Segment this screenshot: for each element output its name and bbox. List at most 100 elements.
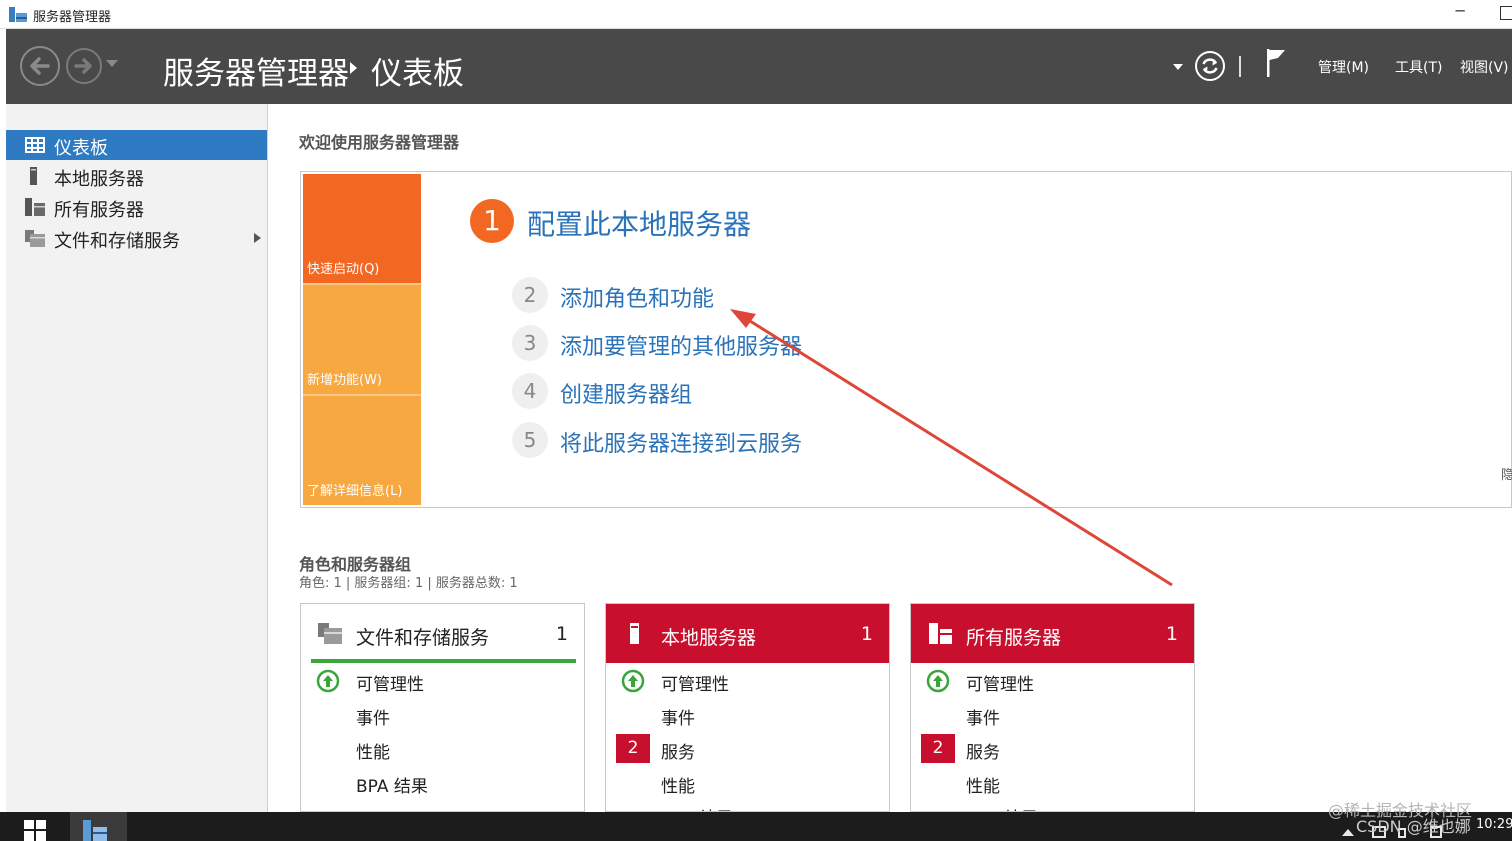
menu-manage[interactable]: 管理(M) — [1318, 57, 1369, 77]
tile-whats-new[interactable]: 新增功能(W) — [303, 285, 421, 394]
status-ok-icon — [621, 669, 645, 693]
window-title-bar: 服务器管理器 ─ — [0, 0, 1512, 29]
alert-count-badge: 2 — [921, 734, 955, 763]
connect-cloud-services-link[interactable]: 将此服务器连接到云服务 — [560, 426, 802, 458]
card-row-performance[interactable]: 性能 — [301, 733, 584, 765]
role-card-local-server[interactable]: 本地服务器 1 可管理性 事件 2 服务 性能 BPA 结果 — [605, 603, 890, 812]
tray-expand-icon[interactable] — [1342, 829, 1354, 836]
sidebar-item-dashboard[interactable]: 仪表板 — [6, 130, 267, 160]
tile-label: 快速启动(Q) — [307, 262, 380, 277]
history-dropdown-icon[interactable] — [106, 60, 118, 67]
status-ok-icon — [926, 669, 950, 693]
row-label: 事件 — [661, 709, 695, 729]
header-dropdown-icon[interactable] — [1173, 64, 1183, 70]
status-ok-bar — [311, 659, 576, 663]
arrow-left-icon — [30, 57, 50, 75]
minimize-button[interactable]: ─ — [1450, 2, 1470, 24]
breadcrumb-root[interactable]: 服务器管理器 — [163, 48, 349, 93]
watermark-csdn: CSDN @维也娜 — [1356, 817, 1471, 836]
row-label: 事件 — [966, 709, 1000, 729]
row-label: 可管理性 — [356, 675, 424, 695]
add-other-servers-link[interactable]: 添加要管理的其他服务器 — [560, 329, 802, 361]
welcome-title: 欢迎使用服务器管理器 — [299, 133, 460, 152]
card-row-services[interactable]: 2 服务 — [911, 733, 1194, 765]
sidebar-item-label: 仪表板 — [54, 138, 108, 159]
windows-start-icon[interactable] — [24, 820, 46, 841]
row-label: BPA 结果 — [966, 804, 1038, 811]
card-row-services[interactable]: 2 服务 — [606, 733, 889, 765]
configure-local-server-link[interactable]: 配置此本地服务器 — [527, 203, 751, 243]
file-storage-icon — [25, 230, 45, 247]
step-number-badge: 4 — [512, 373, 548, 409]
create-server-group-link[interactable]: 创建服务器组 — [560, 377, 692, 409]
card-count: 1 — [1165, 623, 1178, 645]
card-header[interactable]: 所有服务器 1 — [911, 604, 1194, 663]
welcome-panel: 快速启动(Q) 新增功能(W) 了解详细信息(L) 1 配置此本地服务器 2 添… — [300, 171, 1512, 508]
server-icon — [30, 167, 37, 185]
server-icon — [630, 623, 639, 644]
notifications-flag-icon[interactable] — [1264, 47, 1288, 79]
card-row-manageability[interactable]: 可管理性 — [606, 665, 889, 697]
sidebar-item-file-storage[interactable]: 文件和存储服务 — [6, 223, 267, 253]
back-button[interactable] — [20, 46, 60, 86]
menu-tools[interactable]: 工具(T) — [1395, 57, 1442, 77]
roles-summary: 角色: 1 | 服务器组: 1 | 服务器总数: 1 — [299, 576, 518, 591]
sidebar-item-all-servers[interactable]: 所有服务器 — [6, 192, 267, 222]
window-title: 服务器管理器 — [33, 10, 112, 25]
card-title: 文件和存储服务 — [356, 627, 490, 649]
tile-quick-start[interactable]: 快速启动(Q) — [303, 174, 421, 283]
card-count: 1 — [555, 623, 568, 645]
role-card-file-storage[interactable]: 文件和存储服务 1 可管理性 事件 性能 BPA 结果 — [300, 603, 585, 812]
menu-view[interactable]: 视图(V) — [1460, 57, 1509, 77]
card-row-events[interactable]: 事件 — [911, 699, 1194, 731]
refresh-icon[interactable] — [1194, 50, 1226, 82]
row-label: 性能 — [661, 777, 695, 797]
card-header[interactable]: 文件和存储服务 1 — [301, 604, 584, 663]
sidebar-item-label: 本地服务器 — [54, 169, 144, 190]
step-number-badge: 3 — [512, 325, 548, 361]
add-roles-features-link[interactable]: 添加角色和功能 — [560, 281, 714, 313]
forward-button[interactable] — [66, 48, 102, 84]
card-title: 本地服务器 — [661, 627, 757, 649]
taskbar-clock[interactable]: 10:29 — [1476, 817, 1512, 832]
hide-welcome-link[interactable]: 隐 — [1501, 464, 1512, 483]
card-header[interactable]: 本地服务器 1 — [606, 604, 889, 663]
dashboard-icon — [25, 137, 45, 153]
taskbar-server-manager-button[interactable] — [70, 812, 127, 841]
card-row-bpa-results[interactable]: BPA 结果 — [911, 799, 1194, 811]
sidebar-item-label: 所有服务器 — [54, 200, 144, 221]
step-number-badge: 5 — [512, 422, 548, 458]
card-count: 1 — [860, 623, 873, 645]
card-row-bpa-results[interactable]: BPA 结果 — [301, 767, 584, 799]
step-number-badge: 1 — [470, 199, 514, 243]
status-ok-icon — [316, 669, 340, 693]
header-bar: 服务器管理器 仪表板 管理(M) 工具(T) 视图(V) — [6, 29, 1512, 104]
role-card-all-servers[interactable]: 所有服务器 1 可管理性 事件 2 服务 性能 BPA 结果 — [910, 603, 1195, 812]
sidebar-item-local-server[interactable]: 本地服务器 — [6, 161, 267, 191]
card-row-performance[interactable]: 性能 — [911, 767, 1194, 799]
row-label: 性能 — [356, 743, 390, 763]
card-row-events[interactable]: 事件 — [606, 699, 889, 731]
card-row-events[interactable]: 事件 — [301, 699, 584, 731]
tile-label: 了解详细信息(L) — [307, 484, 403, 499]
row-label: 服务 — [966, 743, 1000, 763]
row-label: 服务 — [661, 743, 695, 763]
card-row-manageability[interactable]: 可管理性 — [911, 665, 1194, 697]
row-label: 事件 — [356, 709, 390, 729]
file-storage-icon — [318, 623, 342, 644]
arrow-right-icon — [74, 58, 92, 74]
row-label: 性能 — [966, 777, 1000, 797]
tile-learn-more[interactable]: 了解详细信息(L) — [303, 396, 421, 505]
card-row-manageability[interactable]: 可管理性 — [301, 665, 584, 697]
expand-arrow-icon[interactable] — [254, 233, 261, 243]
row-label: BPA 结果 — [356, 777, 428, 797]
breadcrumb-separator-icon — [350, 62, 357, 74]
servers-icon — [25, 198, 45, 216]
sidebar-item-label: 文件和存储服务 — [54, 231, 180, 252]
row-label: 可管理性 — [661, 675, 729, 695]
maximize-button[interactable] — [1500, 6, 1512, 20]
alert-count-badge: 2 — [616, 734, 650, 763]
card-row-performance[interactable]: 性能 — [606, 767, 889, 799]
server-manager-app-icon — [9, 7, 27, 22]
card-row-bpa-results[interactable]: BPA 结果 — [606, 799, 889, 811]
